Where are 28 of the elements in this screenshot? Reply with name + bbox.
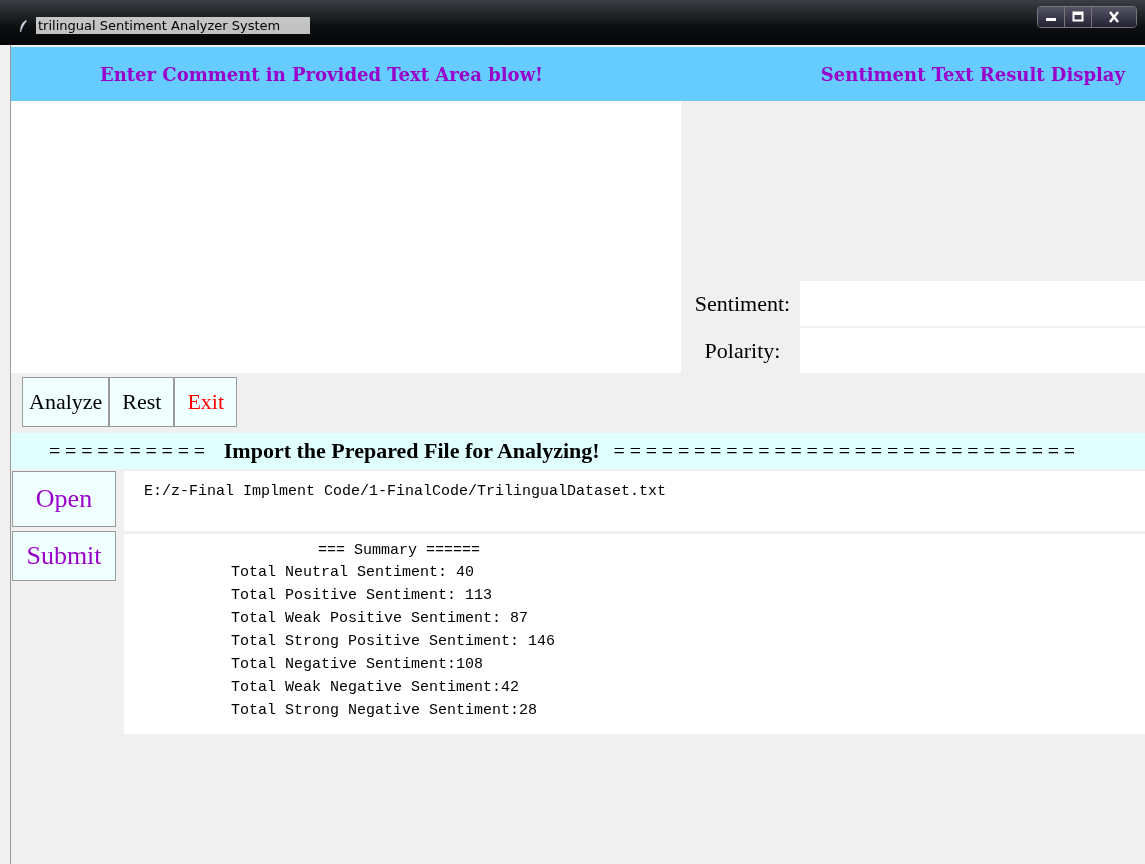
maximize-icon — [1071, 11, 1085, 23]
header-title: Enter Comment in Provided Text Area blow! — [100, 63, 544, 85]
summary-line: Total Negative Sentiment:108 — [231, 656, 484, 674]
summary-line: Total Neutral Sentiment: 40 — [231, 564, 475, 582]
summary-heading: === Summary ====== — [318, 542, 481, 559]
summary-line: Total Weak Negative Sentiment:42 — [231, 679, 520, 697]
summary-line: Total Weak Positive Sentiment: 87 — [231, 610, 529, 628]
action-button[interactable]: Rest — [109, 377, 175, 427]
maximize-button[interactable] — [1065, 7, 1092, 27]
field-label: Sentiment: — [693, 290, 792, 317]
feather-icon — [18, 18, 28, 33]
close-icon — [1107, 11, 1121, 23]
field-label: Polarity: — [703, 337, 782, 364]
summary-line: Total Strong Positive Sentiment: 146 — [231, 633, 556, 651]
rule-text: ============================= — [613, 439, 1080, 463]
rule-text: ========== — [49, 439, 210, 463]
file-button[interactable]: Open — [12, 471, 116, 527]
window-title: trilingual Sentiment Analyzer System — [36, 17, 311, 34]
action-button[interactable]: Analyze — [22, 377, 110, 427]
summary-line: Total Strong Negative Sentiment:28 — [231, 702, 538, 720]
summary-line: Total Positive Sentiment: 113 — [231, 587, 493, 605]
action-button[interactable]: Exit — [174, 377, 238, 427]
minimize-button[interactable] — [1038, 7, 1065, 27]
header-title: Sentiment Text Result Display — [820, 63, 1125, 85]
file-button[interactable]: Submit — [12, 531, 116, 581]
file-path-field[interactable]: E:/z-Final Implment Code/1-FinalCode/TrilingualDataset.txt — [124, 471, 1145, 531]
close-button[interactable] — [1092, 7, 1136, 27]
banner-title: Import the Prepared File for Analyzing! — [223, 438, 600, 464]
